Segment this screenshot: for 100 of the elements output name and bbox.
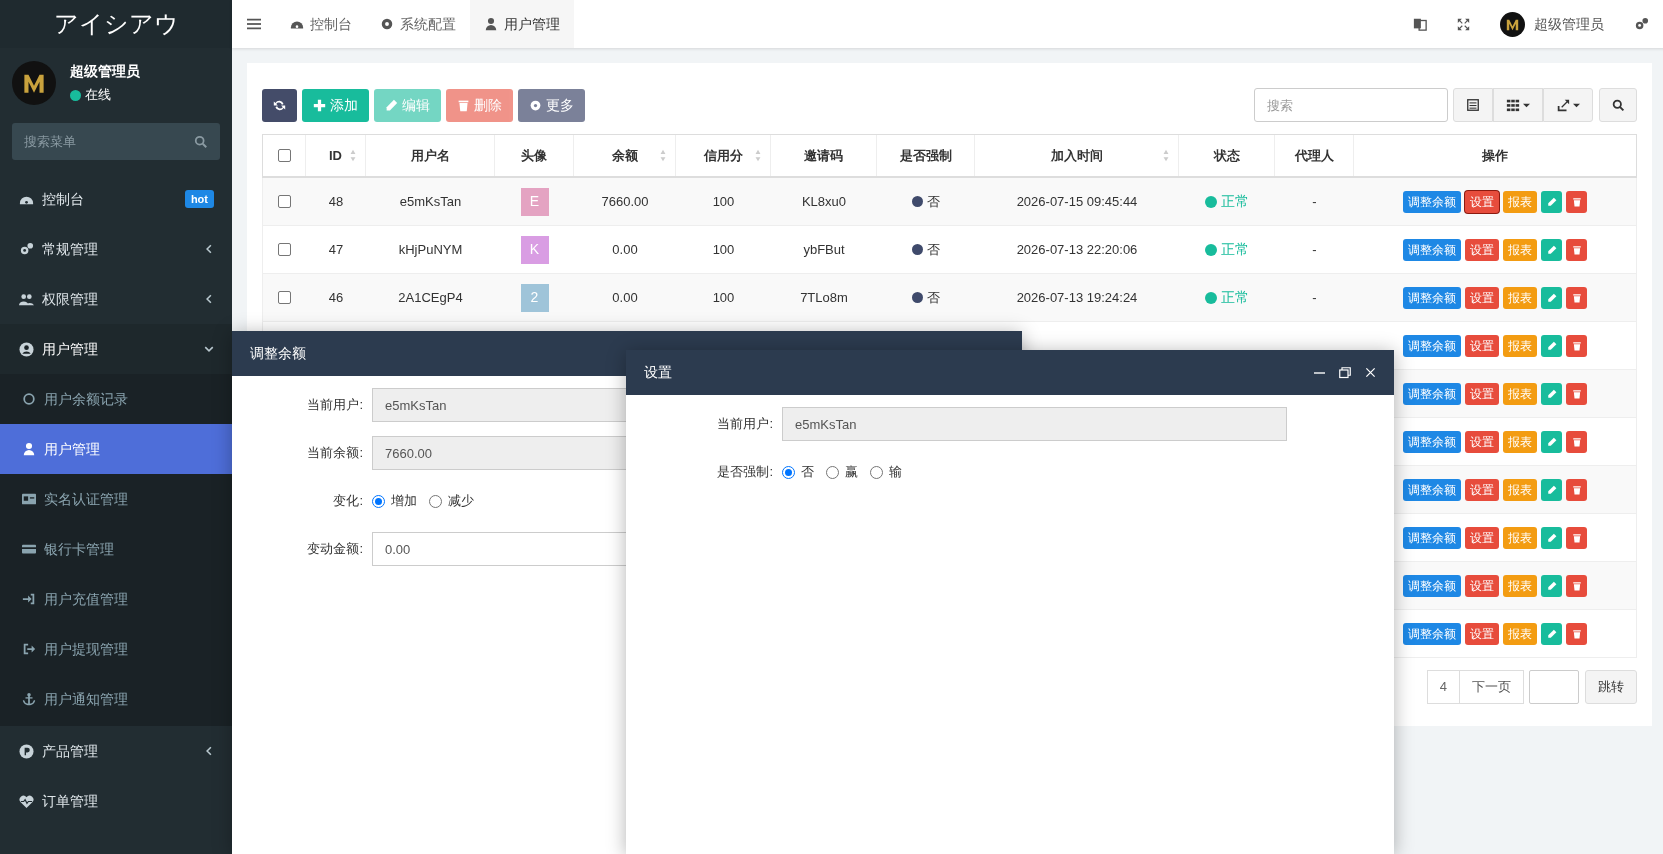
radio-option[interactable]: 增加 (372, 491, 417, 511)
adjust-button[interactable]: 调整余额 (1403, 334, 1461, 357)
edit-button[interactable] (1541, 286, 1562, 309)
status-dot-icon (1205, 291, 1217, 304)
edit-button[interactable] (1541, 526, 1562, 549)
radio-option[interactable]: 否 (782, 462, 814, 482)
adjust-button[interactable]: 调整余额 (1403, 238, 1461, 261)
edit-button[interactable] (1541, 430, 1562, 453)
settings-button[interactable]: 设置 (1465, 574, 1499, 597)
adjust-button[interactable]: 调整余额 (1403, 478, 1461, 501)
sidebar-subitem[interactable]: 用户通知管理 (0, 674, 232, 724)
adjust-button[interactable]: 调整余额 (1403, 382, 1461, 405)
edit-button[interactable] (1541, 190, 1562, 213)
checkbox[interactable] (278, 243, 291, 256)
delete-button[interactable] (1566, 478, 1587, 501)
adjust-button[interactable]: 调整余额 (1403, 622, 1461, 645)
edit-button[interactable] (1541, 334, 1562, 357)
sidebar-subitem[interactable]: 银行卡管理 (0, 524, 232, 574)
edit-button[interactable] (1541, 622, 1562, 645)
more-button[interactable]: 更多 (518, 88, 585, 122)
sidebar-subitem[interactable]: 用户充值管理 (0, 574, 232, 624)
column-header[interactable]: 加入时间 (975, 135, 1179, 176)
jump-button[interactable]: 跳转 (1585, 670, 1637, 704)
adjust-button[interactable]: 调整余额 (1403, 526, 1461, 549)
minimize-button[interactable] (1314, 371, 1325, 374)
search-field[interactable]: 搜索 (1254, 88, 1448, 122)
adjust-button[interactable]: 调整余额 (1403, 574, 1461, 597)
column-header[interactable]: 状态 (1179, 135, 1275, 176)
radio-option[interactable]: 减少 (429, 491, 474, 511)
radio-option[interactable]: 赢 (826, 462, 858, 482)
delete-button[interactable] (1566, 430, 1587, 453)
checkbox[interactable] (277, 149, 291, 162)
fullscreen-button[interactable] (1457, 17, 1470, 31)
status-text: 正常 (1221, 240, 1249, 259)
input-field[interactable]: e5mKsTan (782, 407, 1287, 441)
adjust-button[interactable]: 调整余额 (1403, 286, 1461, 309)
adjust-button[interactable]: 调整余额 (1403, 430, 1461, 453)
settings-button[interactable]: 设置 (1465, 430, 1499, 453)
adjust-button[interactable]: 调整余额 (1403, 190, 1461, 213)
edit-button[interactable] (1541, 574, 1562, 597)
column-header[interactable]: ID (306, 135, 366, 176)
delete-button[interactable] (1566, 334, 1587, 357)
nav-tab[interactable]: 控制台 (276, 0, 366, 48)
sidebar-item[interactable]: 产品管理 (0, 726, 232, 776)
sidebar-item[interactable]: 用户管理 (0, 324, 232, 374)
search-button[interactable] (1599, 88, 1637, 122)
delete-button[interactable] (1566, 622, 1587, 645)
columns-button[interactable] (1493, 88, 1543, 122)
settings-button[interactable]: 设置 (1465, 238, 1499, 261)
sidebar-subitem[interactable]: 用户余额记录 (0, 374, 232, 424)
table-cell-text: 2A1CEgP4 (398, 288, 463, 307)
settings-button[interactable]: 设置 (1465, 478, 1499, 501)
settings-button[interactable]: 设置 (1465, 286, 1499, 309)
sidebar-item[interactable]: 权限管理 (0, 274, 232, 324)
list-view-button[interactable] (1453, 88, 1493, 122)
column-header[interactable]: 邀请码 (771, 135, 877, 176)
close-button[interactable] (1365, 367, 1376, 378)
user-name[interactable]: 超级管理员 (1534, 13, 1604, 35)
nav-tab[interactable]: 用户管理 (470, 0, 574, 48)
search-field[interactable]: 搜索菜单 (12, 123, 220, 160)
refresh-button[interactable] (262, 88, 297, 122)
checkbox[interactable] (278, 195, 291, 208)
edit-button[interactable] (1541, 238, 1562, 261)
maximize-button[interactable] (1339, 366, 1351, 379)
sidebar-item[interactable]: 订单管理 (0, 776, 232, 826)
sidebar-subitem[interactable]: 实名认证管理 (0, 474, 232, 524)
sidebar-subitem[interactable]: 用户提现管理 (0, 624, 232, 674)
column-header[interactable]: 代理人 (1275, 135, 1354, 176)
column-header[interactable]: 头像 (495, 135, 574, 176)
column-header[interactable]: 信用分 (676, 135, 771, 176)
settings-button[interactable]: 设置 (1465, 334, 1499, 357)
page-number-field[interactable] (1529, 670, 1579, 704)
sidebar-item[interactable]: 控制台 hot (0, 174, 232, 224)
edit-button[interactable] (1541, 478, 1562, 501)
column-header[interactable]: 余额 (574, 135, 676, 176)
nav-tab[interactable]: 系统配置 (366, 0, 470, 48)
settings-button[interactable]: 设置 (1465, 526, 1499, 549)
column-header[interactable]: 用户名 (366, 135, 495, 176)
delete-button[interactable] (1566, 238, 1587, 261)
delete-button[interactable] (1566, 574, 1587, 597)
export-button[interactable] (1543, 88, 1593, 122)
delete-button[interactable] (1566, 526, 1587, 549)
next-page-button[interactable]: 下一页 (1460, 670, 1524, 704)
sidebar-subitem[interactable]: 用户管理 (0, 424, 232, 474)
p-circle-icon (19, 743, 34, 759)
settings-button[interactable]: 设置 (1465, 622, 1499, 645)
edit-button[interactable] (1541, 382, 1562, 405)
column-header[interactable]: 操作 (1354, 135, 1636, 176)
radio-option[interactable]: 输 (870, 462, 902, 482)
delete-button[interactable] (1566, 190, 1587, 213)
settings-button[interactable]: 设置 (1465, 382, 1499, 405)
page-button[interactable]: 4 (1426, 670, 1460, 704)
table-cell-text: 否 (927, 240, 940, 259)
sidebar-item[interactable]: 常规管理 (0, 224, 232, 274)
pencil-icon (1546, 532, 1557, 543)
settings-button[interactable]: 设置 (1465, 190, 1499, 213)
checkbox[interactable] (278, 291, 291, 304)
column-header[interactable]: 是否强制 (877, 135, 975, 176)
delete-button[interactable] (1566, 382, 1587, 405)
delete-button[interactable] (1566, 286, 1587, 309)
